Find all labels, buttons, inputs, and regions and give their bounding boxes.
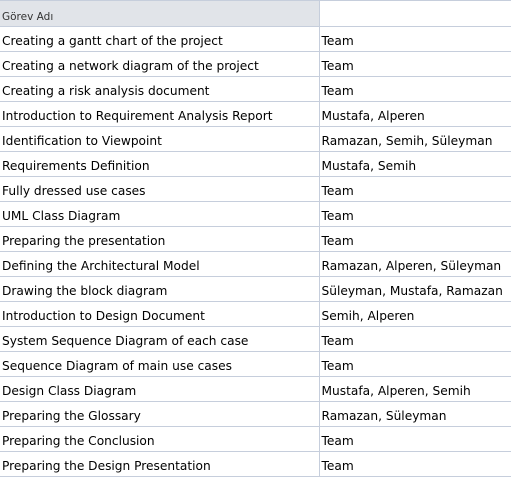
resources-cell[interactable]: Team [318,226,511,252]
resources-cell[interactable]: Team [318,451,511,477]
table-row: Preparing the Glossary Ramazan, Süleyman [0,401,511,427]
resources-cell[interactable]: Süleyman, Mustafa, Ramazan [318,276,511,302]
task-name-cell[interactable]: Design Class Diagram [0,376,320,402]
resources-cell[interactable]: Team [318,426,511,452]
resources-cell[interactable]: Ramazan, Alperen, Süleyman [318,251,511,277]
task-name-cell[interactable]: Defining the Architectural Model [0,251,320,277]
table-row: Creating a network diagram of the projec… [0,51,511,77]
resources-cell[interactable]: Team [318,351,511,377]
column-header-task-name[interactable]: Görev Adı [0,0,320,27]
table-row: Preparing the presentation Team [0,226,511,252]
resources-cell[interactable]: Ramazan, Semih, Süleyman [318,126,511,152]
table-row: Sequence Diagram of main use cases Team [0,351,511,377]
resources-cell[interactable]: Team [318,176,511,202]
task-name-cell[interactable]: Creating a network diagram of the projec… [0,51,320,77]
table-row: UML Class Diagram Team [0,201,511,227]
resources-cell[interactable]: Team [318,76,511,102]
task-name-cell[interactable]: Preparing the Design Presentation [0,451,320,477]
table-row: System Sequence Diagram of each case Team [0,326,511,352]
task-name-cell[interactable]: Sequence Diagram of main use cases [0,351,320,377]
table-row: Creating a risk analysis document Team [0,76,511,102]
table-row: Introduction to Design Document Semih, Al… [0,301,511,327]
task-name-cell[interactable]: Fully dressed use cases [0,176,320,202]
table-row: Identification to Viewpoint Ramazan, Semi… [0,126,511,152]
task-name-cell[interactable]: UML Class Diagram [0,201,320,227]
table-row: Design Class Diagram Mustafa, Alperen, Se… [0,376,511,402]
resources-cell[interactable]: Semih, Alperen [318,301,511,327]
resources-cell[interactable]: Team [318,51,511,77]
task-table: Görev Adı Creating a gantt chart of the … [0,0,511,477]
resources-cell[interactable]: Mustafa, Alperen, Semih [318,376,511,402]
task-name-cell[interactable]: Preparing the Conclusion [0,426,320,452]
table-row: Fully dressed use cases Team [0,176,511,202]
table-row: Introduction to Requirement Analysis Rep… [0,101,511,127]
resources-cell[interactable]: Team [318,201,511,227]
table-row: Preparing the Design Presentation Team [0,451,511,477]
task-name-cell[interactable]: Requirements Definition [0,151,320,177]
task-name-cell[interactable]: Creating a gantt chart of the project [0,26,320,52]
column-header-resources[interactable] [318,0,511,27]
task-name-cell[interactable]: System Sequence Diagram of each case [0,326,320,352]
table-row: Defining the Architectural Model Ramazan,… [0,251,511,277]
resources-cell[interactable]: Ramazan, Süleyman [318,401,511,427]
resources-cell[interactable]: Team [318,26,511,52]
table-row: Creating a gantt chart of the project Tea… [0,26,511,52]
table-row: Preparing the Conclusion Team [0,426,511,452]
task-name-cell[interactable]: Introduction to Design Document [0,301,320,327]
table-row: Drawing the block diagram Süleyman, Musta… [0,276,511,302]
task-name-cell[interactable]: Introduction to Requirement Analysis Rep… [0,101,320,127]
task-name-cell[interactable]: Creating a risk analysis document [0,76,320,102]
resources-cell[interactable]: Mustafa, Alperen [318,101,511,127]
resources-cell[interactable]: Mustafa, Semih [318,151,511,177]
task-name-cell[interactable]: Preparing the presentation [0,226,320,252]
task-name-cell[interactable]: Drawing the block diagram [0,276,320,302]
table-row: Requirements Definition Mustafa, Semih [0,151,511,177]
resources-cell[interactable]: Team [318,326,511,352]
header-row: Görev Adı [0,0,511,27]
task-name-cell[interactable]: Preparing the Glossary [0,401,320,427]
task-name-cell[interactable]: Identification to Viewpoint [0,126,320,152]
